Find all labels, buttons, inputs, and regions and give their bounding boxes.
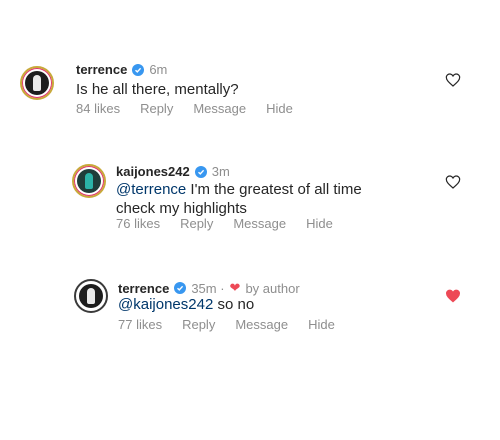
heart-filled-icon: ❤ [229, 280, 241, 295]
reply-button[interactable]: Reply [180, 216, 213, 231]
comment-body: Is he all there, mentally? [76, 81, 239, 98]
username[interactable]: terrence [76, 62, 127, 77]
reply-button[interactable]: Reply [140, 101, 173, 116]
heart-filled-icon[interactable] [445, 288, 461, 304]
reply-button[interactable]: Reply [182, 317, 215, 332]
heart-outline-icon[interactable] [445, 72, 461, 88]
comment-time: 3m [211, 164, 230, 179]
comment-text: Is he all there, mentally? [76, 80, 239, 99]
likes-count[interactable]: 84 likes [76, 101, 120, 116]
hide-button[interactable]: Hide [308, 317, 335, 332]
comment-time: 35m · [191, 280, 225, 296]
hide-button[interactable]: Hide [266, 101, 293, 116]
mention-link[interactable]: @terrence [116, 181, 186, 198]
verified-badge-icon [194, 165, 207, 178]
avatar-image [25, 71, 49, 95]
likes-count[interactable]: 76 likes [116, 216, 160, 231]
mention-link[interactable]: @kaijones242 [118, 296, 213, 313]
avatar-image [77, 169, 101, 193]
likes-count[interactable]: 77 likes [118, 317, 162, 332]
comment-text: @kaijones242 so no [118, 295, 254, 314]
comment-time: 6m [149, 62, 168, 77]
hide-button[interactable]: Hide [306, 216, 333, 231]
message-button[interactable]: Message [235, 317, 288, 332]
by-author-label: by author [245, 280, 300, 296]
message-button[interactable]: Message [233, 216, 286, 231]
comment-text: @terrence I'm the greatest of all time c… [116, 180, 362, 218]
avatar[interactable] [74, 279, 108, 313]
comment-body: so no [213, 296, 255, 313]
avatar[interactable] [20, 66, 54, 100]
avatar[interactable] [72, 164, 106, 198]
username[interactable]: kaijones242 [116, 164, 190, 179]
verified-badge-icon [132, 63, 145, 76]
username[interactable]: terrence [118, 281, 169, 296]
verified-badge-icon [174, 282, 187, 294]
message-button[interactable]: Message [193, 101, 246, 116]
heart-outline-icon[interactable] [445, 174, 461, 190]
avatar-image [79, 284, 103, 308]
comment-body: I'm the greatest of all time [186, 181, 362, 198]
